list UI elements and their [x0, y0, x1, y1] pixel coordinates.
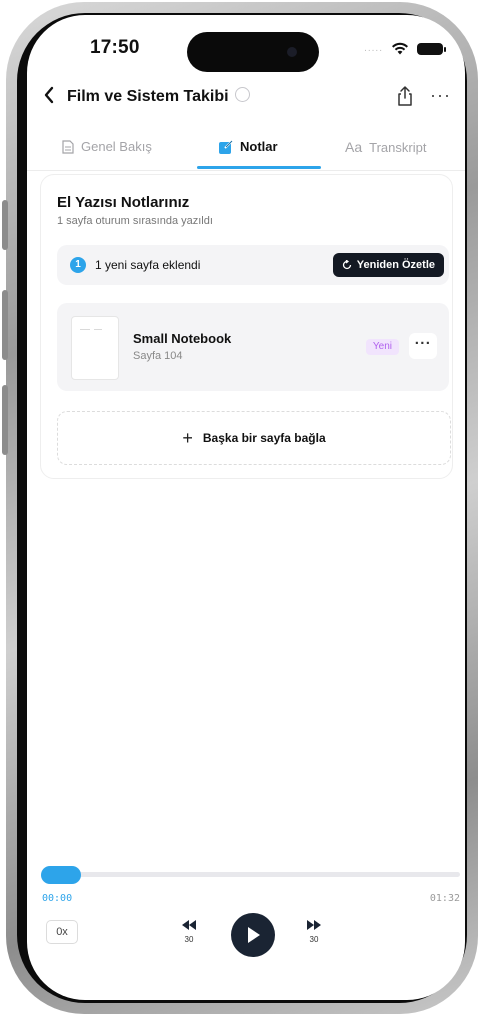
navigation-bar: Film ve Sistem Takibi ··· [27, 85, 465, 115]
fast-forward-icon [299, 919, 329, 933]
link-another-page-label: Başka bir sayfa bağla [202, 431, 326, 445]
play-icon [248, 927, 260, 943]
text-size-icon: Aa [345, 139, 363, 155]
handwritten-notes-card: El Yazısı Notlarınız 1 sayfa oturum sıra… [40, 174, 453, 479]
dynamic-island [187, 32, 319, 72]
info-circle-icon [234, 87, 250, 102]
rewind-icon [174, 919, 204, 933]
tab-notes-label: Notlar [240, 139, 278, 154]
total-time: 01:32 [429, 893, 460, 904]
camera-dot [287, 47, 297, 57]
page-more-button[interactable]: ··· [409, 333, 437, 359]
tab-overview[interactable]: Genel Bakış [62, 139, 152, 154]
chevron-left-icon [44, 86, 54, 104]
skip-back-seconds: 30 [184, 935, 194, 944]
current-time: 00:00 [42, 893, 73, 904]
new-badge: Yeni [365, 339, 399, 355]
resummarize-label: Yeniden Özetle [356, 259, 435, 271]
link-another-page-button[interactable]: + Başka bir sayfa bağla [57, 411, 451, 465]
card-title: El Yazısı Notlarınız [57, 194, 190, 211]
refresh-icon [342, 260, 351, 270]
status-icons: ..... [364, 42, 446, 55]
page-title-text: Film ve Sistem Takibi [67, 88, 229, 105]
skip-forward-seconds: 30 [309, 935, 319, 944]
tabs-divider [27, 170, 465, 171]
share-icon [398, 86, 412, 106]
notebook-page-row[interactable]: Small Notebook Sayfa 104 Yeni ··· [57, 303, 449, 391]
back-button[interactable] [43, 85, 55, 110]
playback-speed-button[interactable]: 0x [46, 920, 78, 944]
skip-back-button[interactable]: 30 [174, 919, 204, 944]
play-button[interactable] [231, 913, 275, 957]
resummarize-button[interactable]: Yeniden Özetle [332, 253, 444, 277]
status-time: 17:50 [90, 37, 140, 58]
tab-overview-label: Genel Bakış [81, 139, 152, 154]
skip-forward-button[interactable]: 30 [299, 919, 329, 944]
tab-notes[interactable]: Notlar [219, 139, 278, 154]
document-icon [62, 139, 74, 154]
edit-note-icon [219, 140, 233, 154]
count-badge: 1 [70, 257, 86, 273]
tab-transcript-label: Transkript [369, 139, 427, 155]
active-tab-indicator [197, 166, 321, 169]
page-title[interactable]: Film ve Sistem Takibi [67, 87, 250, 106]
side-button-mute [2, 200, 8, 250]
more-options-button[interactable]: ··· [430, 86, 451, 104]
signal-icon: ..... [364, 43, 383, 54]
new-page-notice: 1 1 yeni sayfa eklendi Yeniden Özetle [57, 245, 449, 285]
screen: 17:50 ..... Film ve Sistem Takibi ··· Ge… [27, 15, 465, 1000]
card-subtitle: 1 sayfa oturum sırasında yazıldı [57, 215, 213, 227]
battery-icon [417, 42, 446, 55]
progress-handle[interactable] [41, 866, 81, 884]
tab-bar: Genel Bakış Notlar Aa Transkript [27, 139, 465, 171]
wifi-icon [392, 42, 408, 55]
page-thumbnail [71, 316, 119, 380]
progress-track[interactable] [41, 872, 460, 877]
notebook-name: Small Notebook [133, 331, 232, 346]
tab-transcript[interactable]: Aa Transkript [345, 139, 426, 155]
share-button[interactable] [395, 85, 415, 107]
notice-text: 1 yeni sayfa eklendi [95, 258, 201, 272]
plus-icon: + [182, 427, 193, 448]
side-button-volume-up [2, 290, 8, 360]
page-number: Sayfa 104 [133, 350, 183, 362]
side-button-volume-down [2, 385, 8, 455]
